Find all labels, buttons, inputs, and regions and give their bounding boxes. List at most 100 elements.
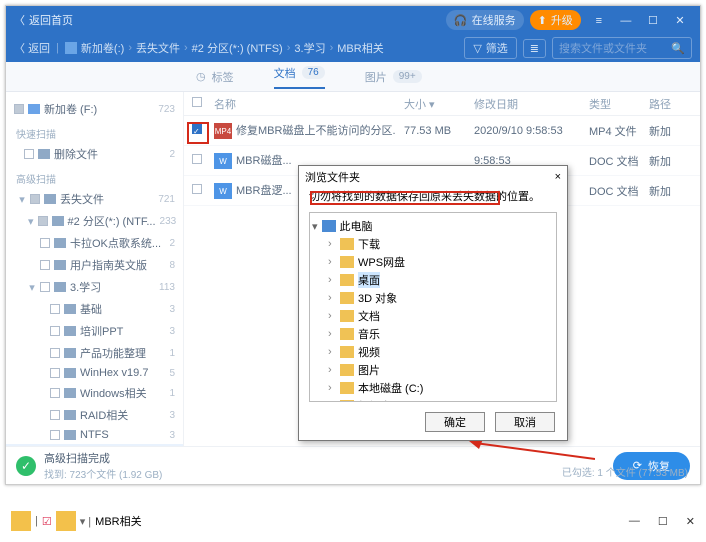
sidebar-item-lost[interactable]: ▾丢失文件721 [6, 188, 183, 210]
folder-icon [340, 310, 354, 322]
tag-icon: ◷ [196, 70, 206, 83]
pc-icon [322, 220, 336, 232]
upgrade-button[interactable]: ⬆升级 [530, 10, 581, 30]
folder-tree-item[interactable]: ›WPS网盘 [312, 253, 554, 271]
folder-icon [340, 364, 354, 376]
selection-info: 已勾选: 1 个文件 (77.53 MB) [562, 464, 688, 479]
titlebar: 〈 返回首页 🎧在线服务 ⬆升级 ≡ — ☐ ✕ [6, 6, 700, 34]
close-button[interactable]: ✕ [668, 14, 692, 27]
folder-icon [340, 382, 354, 394]
dialog-close-button[interactable]: × [555, 171, 561, 183]
tab-document[interactable]: 文档76 [274, 65, 325, 89]
folder-tree-item[interactable]: ›桌面 [312, 271, 554, 289]
filter-button[interactable]: ▽筛选 [464, 37, 516, 59]
folder-tree-item[interactable]: ›新加卷 (D:) [312, 397, 554, 402]
col-size[interactable]: 大小 ▾ [396, 96, 466, 112]
folder-tree-item[interactable]: ›图片 [312, 361, 554, 379]
folder-tree-item[interactable]: ›本地磁盘 (C:) [312, 379, 554, 397]
folder-icon [340, 346, 354, 358]
back-home-label: 返回首页 [29, 12, 73, 28]
folder-icon [340, 274, 354, 286]
breadcrumb[interactable]: 新加卷(:)› 丢失文件› #2 分区(*:) (NTFS)› 3.学习› MB… [65, 40, 384, 56]
tab-tag[interactable]: ◷标签 [196, 69, 234, 85]
sidebar-item[interactable]: WinHex v19.75 [6, 364, 183, 382]
tb-maximize[interactable]: ☐ [658, 515, 668, 528]
file-row[interactable]: ✓MP4修复MBR磁盘上不能访问的分区.mp477.53 MB2020/9/10… [184, 116, 700, 146]
menu-icon[interactable]: ≡ [587, 15, 611, 27]
col-type[interactable]: 类型 [581, 96, 641, 112]
search-input[interactable]: 搜索文件或文件夹🔍 [552, 37, 692, 59]
cancel-button[interactable]: 取消 [495, 412, 555, 432]
sidebar-item[interactable]: ▾3.学习113 [6, 276, 183, 298]
funnel-icon: ▽ [473, 42, 481, 55]
row-checkbox[interactable]: ✓ [192, 124, 202, 134]
sidebar-item[interactable]: Windows相关1 [6, 382, 183, 404]
search-icon: 🔍 [671, 42, 685, 55]
col-path[interactable]: 路径 [641, 96, 700, 112]
collapse-icon[interactable]: ▾ [18, 193, 26, 206]
toolbar: 〈 返回 | 新加卷(:)› 丢失文件› #2 分区(*:) (NTFS)› 3… [6, 34, 700, 62]
sidebar-root[interactable]: 新加卷 (F:)723 [6, 98, 183, 120]
minimize-button[interactable]: — [614, 15, 638, 27]
sidebar-item[interactable]: 产品功能整理1 [6, 342, 183, 364]
view-toggle-button[interactable]: ≣ [523, 39, 546, 58]
column-headers: 名称 大小 ▾ 修改日期 类型 路径 [184, 92, 700, 116]
sidebar-item[interactable]: MBR相关3 [6, 444, 183, 446]
folder-icon [340, 328, 354, 340]
disk-icon [28, 104, 40, 114]
folder-tree[interactable]: ▾此电脑 ›下载›WPS网盘›桌面›3D 对象›文档›音乐›视频›图片›本地磁盘… [309, 212, 557, 402]
checkbox[interactable] [14, 104, 24, 114]
row-checkbox[interactable] [192, 184, 202, 194]
folder-tree-item[interactable]: ›音乐 [312, 325, 554, 343]
taskbar-title: MBR相关 [95, 513, 141, 529]
sidebar-item[interactable]: 用户指南英文版8 [6, 254, 183, 276]
disk-icon [65, 42, 77, 54]
sidebar-item[interactable]: RAID相关3 [6, 404, 183, 426]
maximize-button[interactable]: ☐ [641, 14, 665, 27]
sidebar: 新加卷 (F:)723 快速扫描 删除文件2 高级扫描 ▾丢失文件721 ▾#2… [6, 92, 184, 446]
select-all-checkbox[interactable] [192, 97, 202, 107]
folder-icon[interactable] [11, 511, 31, 531]
complete-icon: ✓ [16, 456, 36, 476]
taskbar: | ☑ ▾ | MBR相关 — ☐ ✕ [5, 505, 701, 537]
tb-minimize[interactable]: — [629, 515, 640, 528]
file-icon: MP4 [214, 123, 232, 139]
sidebar-section-adv: 高级扫描 [6, 165, 183, 188]
headset-icon: 🎧 [454, 14, 468, 27]
ok-button[interactable]: 确定 [425, 412, 485, 432]
col-name[interactable]: 名称 [206, 96, 396, 112]
folder-tree-item[interactable]: ›下载 [312, 235, 554, 253]
folder-icon [340, 292, 354, 304]
tb-close[interactable]: ✕ [686, 515, 695, 528]
folder-tree-item[interactable]: ›文档 [312, 307, 554, 325]
tab-image[interactable]: 图片99+ [365, 69, 422, 85]
scan-status: 高级扫描完成 [44, 450, 162, 466]
check-icon: ☑ [42, 515, 52, 528]
folder-tree-item[interactable]: ›视频 [312, 343, 554, 361]
folder-icon [340, 256, 354, 268]
folder-icon[interactable] [56, 511, 76, 531]
sidebar-item[interactable]: 基础3 [6, 298, 183, 320]
file-icon: W [214, 153, 232, 169]
footer: ✓ 高级扫描完成找到: 723个文件 (1.92 GB) ⟳恢复 已勾选: 1 … [6, 446, 700, 484]
back-home-button[interactable]: 〈 返回首页 [14, 12, 73, 28]
folder-icon [340, 400, 354, 402]
folder-icon [340, 238, 354, 250]
dialog-title: 浏览文件夹 [305, 169, 360, 185]
scan-stats: 找到: 723个文件 (1.92 GB) [44, 466, 162, 481]
col-date[interactable]: 修改日期 [466, 96, 581, 112]
sidebar-item-deleted[interactable]: 删除文件2 [6, 143, 183, 165]
online-service-button[interactable]: 🎧在线服务 [446, 10, 524, 30]
sidebar-item[interactable]: NTFS3 [6, 426, 183, 444]
sidebar-item[interactable]: 培训PPT3 [6, 320, 183, 342]
sidebar-item-partition[interactable]: ▾#2 分区(*:) (NTF...233 [6, 210, 183, 232]
rocket-icon: ⬆ [538, 14, 547, 27]
nav-back-button[interactable]: 〈 返回 [14, 40, 50, 56]
file-icon: W [214, 183, 232, 199]
folder-tree-item[interactable]: ›3D 对象 [312, 289, 554, 307]
row-checkbox[interactable] [192, 154, 202, 164]
sidebar-item[interactable]: 卡拉OK点歌系统...2 [6, 232, 183, 254]
sidebar-section-quick: 快速扫描 [6, 120, 183, 143]
dialog-hint: 切勿将找到的数据保存回原来丢失数据的位置。 [309, 191, 540, 203]
back-arrow-icon: 〈 [14, 12, 25, 28]
